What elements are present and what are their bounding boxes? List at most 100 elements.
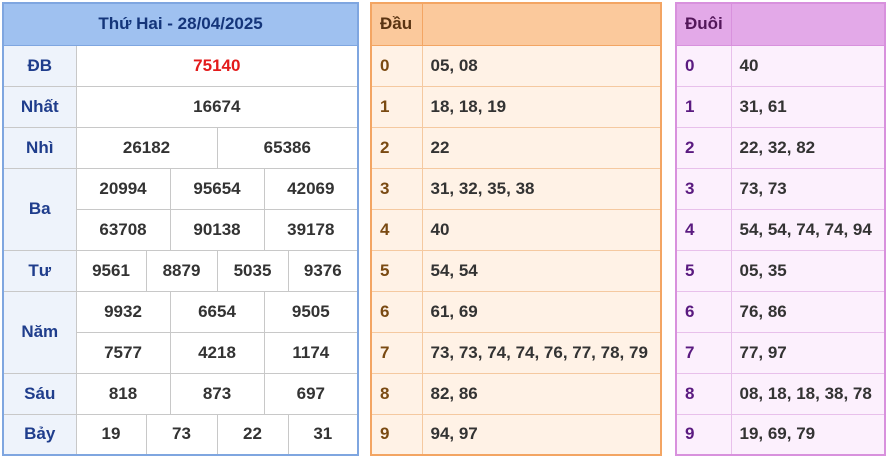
number-list: 19, 69, 79 bbox=[730, 413, 886, 456]
prize-value: 6654 bbox=[169, 290, 265, 333]
prize-label: ĐB bbox=[2, 44, 77, 87]
digit-label: 3 bbox=[675, 167, 732, 210]
head-row: 6 61, 69 bbox=[370, 290, 662, 333]
number-list: 05, 08 bbox=[421, 44, 662, 87]
digit-label: 8 bbox=[675, 372, 732, 415]
prize-value: 7577 bbox=[75, 331, 171, 374]
prize-value: 697 bbox=[263, 372, 359, 415]
digit-label: 2 bbox=[370, 126, 423, 169]
head-table-title: Đầu bbox=[370, 2, 423, 46]
prize-row-first: Nhất 16674 bbox=[2, 85, 359, 128]
number-list: 18, 18, 19 bbox=[421, 85, 662, 128]
prize-label: Nhất bbox=[2, 85, 77, 128]
digit-label: 1 bbox=[370, 85, 423, 128]
prize-value: 9376 bbox=[287, 249, 359, 292]
number-list: 40 bbox=[421, 208, 662, 251]
head-row: 1 18, 18, 19 bbox=[370, 85, 662, 128]
prize-value: 818 bbox=[75, 372, 171, 415]
prize-value: 31 bbox=[287, 413, 359, 456]
prize-value: 65386 bbox=[216, 126, 359, 169]
digit-label: 8 bbox=[370, 372, 423, 415]
number-list: 22, 32, 82 bbox=[730, 126, 886, 169]
digit-label: 9 bbox=[675, 413, 732, 456]
number-list: 77, 97 bbox=[730, 331, 886, 374]
tail-row: 8 08, 18, 18, 38, 78 bbox=[675, 372, 886, 415]
prize-row-sixth: Sáu 818 873 697 bbox=[2, 372, 359, 415]
digit-label: 3 bbox=[370, 167, 423, 210]
digit-label: 6 bbox=[675, 290, 732, 333]
head-table-header-blank bbox=[421, 2, 662, 46]
prize-row-special: ĐB 75140 bbox=[2, 44, 359, 87]
number-list: 31, 32, 35, 38 bbox=[421, 167, 662, 210]
number-list: 73, 73, 74, 74, 76, 77, 78, 79 bbox=[421, 331, 662, 374]
tail-row: 0 40 bbox=[675, 44, 886, 87]
tail-row: 2 22, 32, 82 bbox=[675, 126, 886, 169]
number-list: 82, 86 bbox=[421, 372, 662, 415]
digit-label: 6 bbox=[370, 290, 423, 333]
prize-value: 19 bbox=[75, 413, 147, 456]
head-row: 8 82, 86 bbox=[370, 372, 662, 415]
prize-value: 9505 bbox=[263, 290, 359, 333]
number-list: 05, 35 bbox=[730, 249, 886, 292]
prize-label: Nhì bbox=[2, 126, 77, 169]
digit-label: 0 bbox=[370, 44, 423, 87]
prize-value: 5035 bbox=[216, 249, 289, 292]
number-list: 76, 86 bbox=[730, 290, 886, 333]
head-row: 9 94, 97 bbox=[370, 413, 662, 456]
number-list: 22 bbox=[421, 126, 662, 169]
prize-value: 95654 bbox=[169, 167, 265, 210]
tail-row: 7 77, 97 bbox=[675, 331, 886, 374]
number-list: 40 bbox=[730, 44, 886, 87]
tail-row: 9 19, 69, 79 bbox=[675, 413, 886, 456]
prize-value: 16674 bbox=[75, 85, 359, 128]
digit-label: 4 bbox=[370, 208, 423, 251]
head-row: 5 54, 54 bbox=[370, 249, 662, 292]
number-list: 61, 69 bbox=[421, 290, 662, 333]
number-list: 31, 61 bbox=[730, 85, 886, 128]
tail-table-header-blank bbox=[730, 2, 886, 46]
prize-row-third: Ba 20994 95654 42069 bbox=[2, 167, 359, 251]
digit-label: 0 bbox=[675, 44, 732, 87]
prize-label: Sáu bbox=[2, 372, 77, 415]
prize-label: Bảy bbox=[2, 413, 77, 456]
tail-table-title: Đuôi bbox=[675, 2, 732, 46]
prize-value: 8879 bbox=[145, 249, 218, 292]
prize-label: Ba bbox=[2, 167, 77, 251]
prize-value: 42069 bbox=[263, 167, 359, 210]
lottery-results-table: Thứ Hai - 28/04/2025 ĐB 75140 Nhất 16674… bbox=[2, 2, 360, 456]
prize-value: 9561 bbox=[75, 249, 147, 292]
prize-value: 873 bbox=[169, 372, 265, 415]
prize-value: 26182 bbox=[75, 126, 218, 169]
prize-value: 4218 bbox=[169, 331, 265, 374]
tail-row: 6 76, 86 bbox=[675, 290, 886, 333]
prize-row-seventh: Bảy 19 73 22 31 bbox=[2, 413, 359, 456]
tail-row: 3 73, 73 bbox=[675, 167, 886, 210]
results-title: Thứ Hai - 28/04/2025 bbox=[2, 2, 359, 46]
tail-digit-table: Đuôi 0 40 1 31, 61 2 22, 32, 82 3 73, 73 4 54, 54… bbox=[675, 2, 886, 456]
head-row: 2 22 bbox=[370, 126, 662, 169]
head-digit-table: Đầu 0 05, 08 1 18, 18, 19 2 22 3 31, 32, 35, 38… bbox=[370, 2, 662, 456]
prize-value: 73 bbox=[145, 413, 218, 456]
digit-label: 5 bbox=[370, 249, 423, 292]
prize-row-second: Nhì 26182 65386 bbox=[2, 126, 359, 169]
prize-value: 9932 bbox=[75, 290, 171, 333]
digit-label: 1 bbox=[675, 85, 732, 128]
head-row: 0 05, 08 bbox=[370, 44, 662, 87]
tail-row: 1 31, 61 bbox=[675, 85, 886, 128]
prize-row-fourth: Tư 9561 8879 5035 9376 bbox=[2, 249, 359, 292]
number-list: 08, 18, 18, 38, 78 bbox=[730, 372, 886, 415]
head-row: 4 40 bbox=[370, 208, 662, 251]
special-prize-value: 75140 bbox=[75, 44, 359, 87]
head-row: 3 31, 32, 35, 38 bbox=[370, 167, 662, 210]
digit-label: 7 bbox=[675, 331, 732, 374]
digit-label: 4 bbox=[675, 208, 732, 251]
digit-label: 7 bbox=[370, 331, 423, 374]
number-list: 94, 97 bbox=[421, 413, 662, 456]
number-list: 54, 54 bbox=[421, 249, 662, 292]
prize-row-fifth: Năm 9932 6654 9505 bbox=[2, 290, 359, 374]
digit-label: 5 bbox=[675, 249, 732, 292]
head-row: 7 73, 73, 74, 74, 76, 77, 78, 79 bbox=[370, 331, 662, 374]
prize-value: 39178 bbox=[263, 208, 359, 251]
prize-value: 22 bbox=[216, 413, 289, 456]
prize-value: 1174 bbox=[263, 331, 359, 374]
